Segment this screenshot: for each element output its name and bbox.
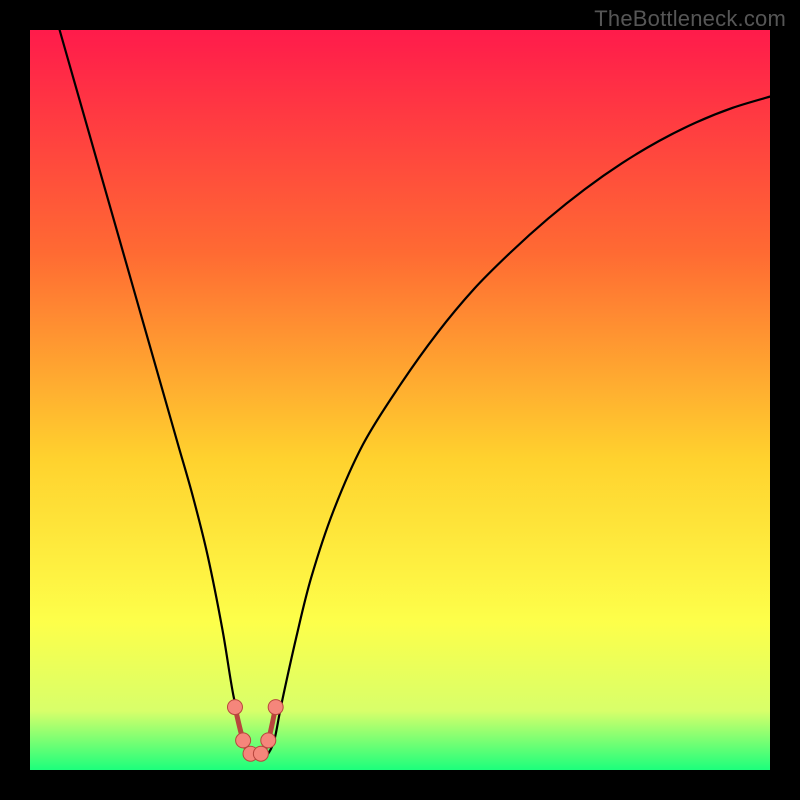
- highlight-marker: [268, 700, 283, 715]
- highlight-marker: [261, 733, 276, 748]
- highlight-marker: [236, 733, 251, 748]
- plot-area: [30, 30, 770, 770]
- highlight-marker: [253, 746, 268, 761]
- chart-svg: [30, 30, 770, 770]
- watermark-label: TheBottleneck.com: [594, 6, 786, 32]
- chart-frame: TheBottleneck.com: [0, 0, 800, 800]
- highlight-marker: [227, 700, 242, 715]
